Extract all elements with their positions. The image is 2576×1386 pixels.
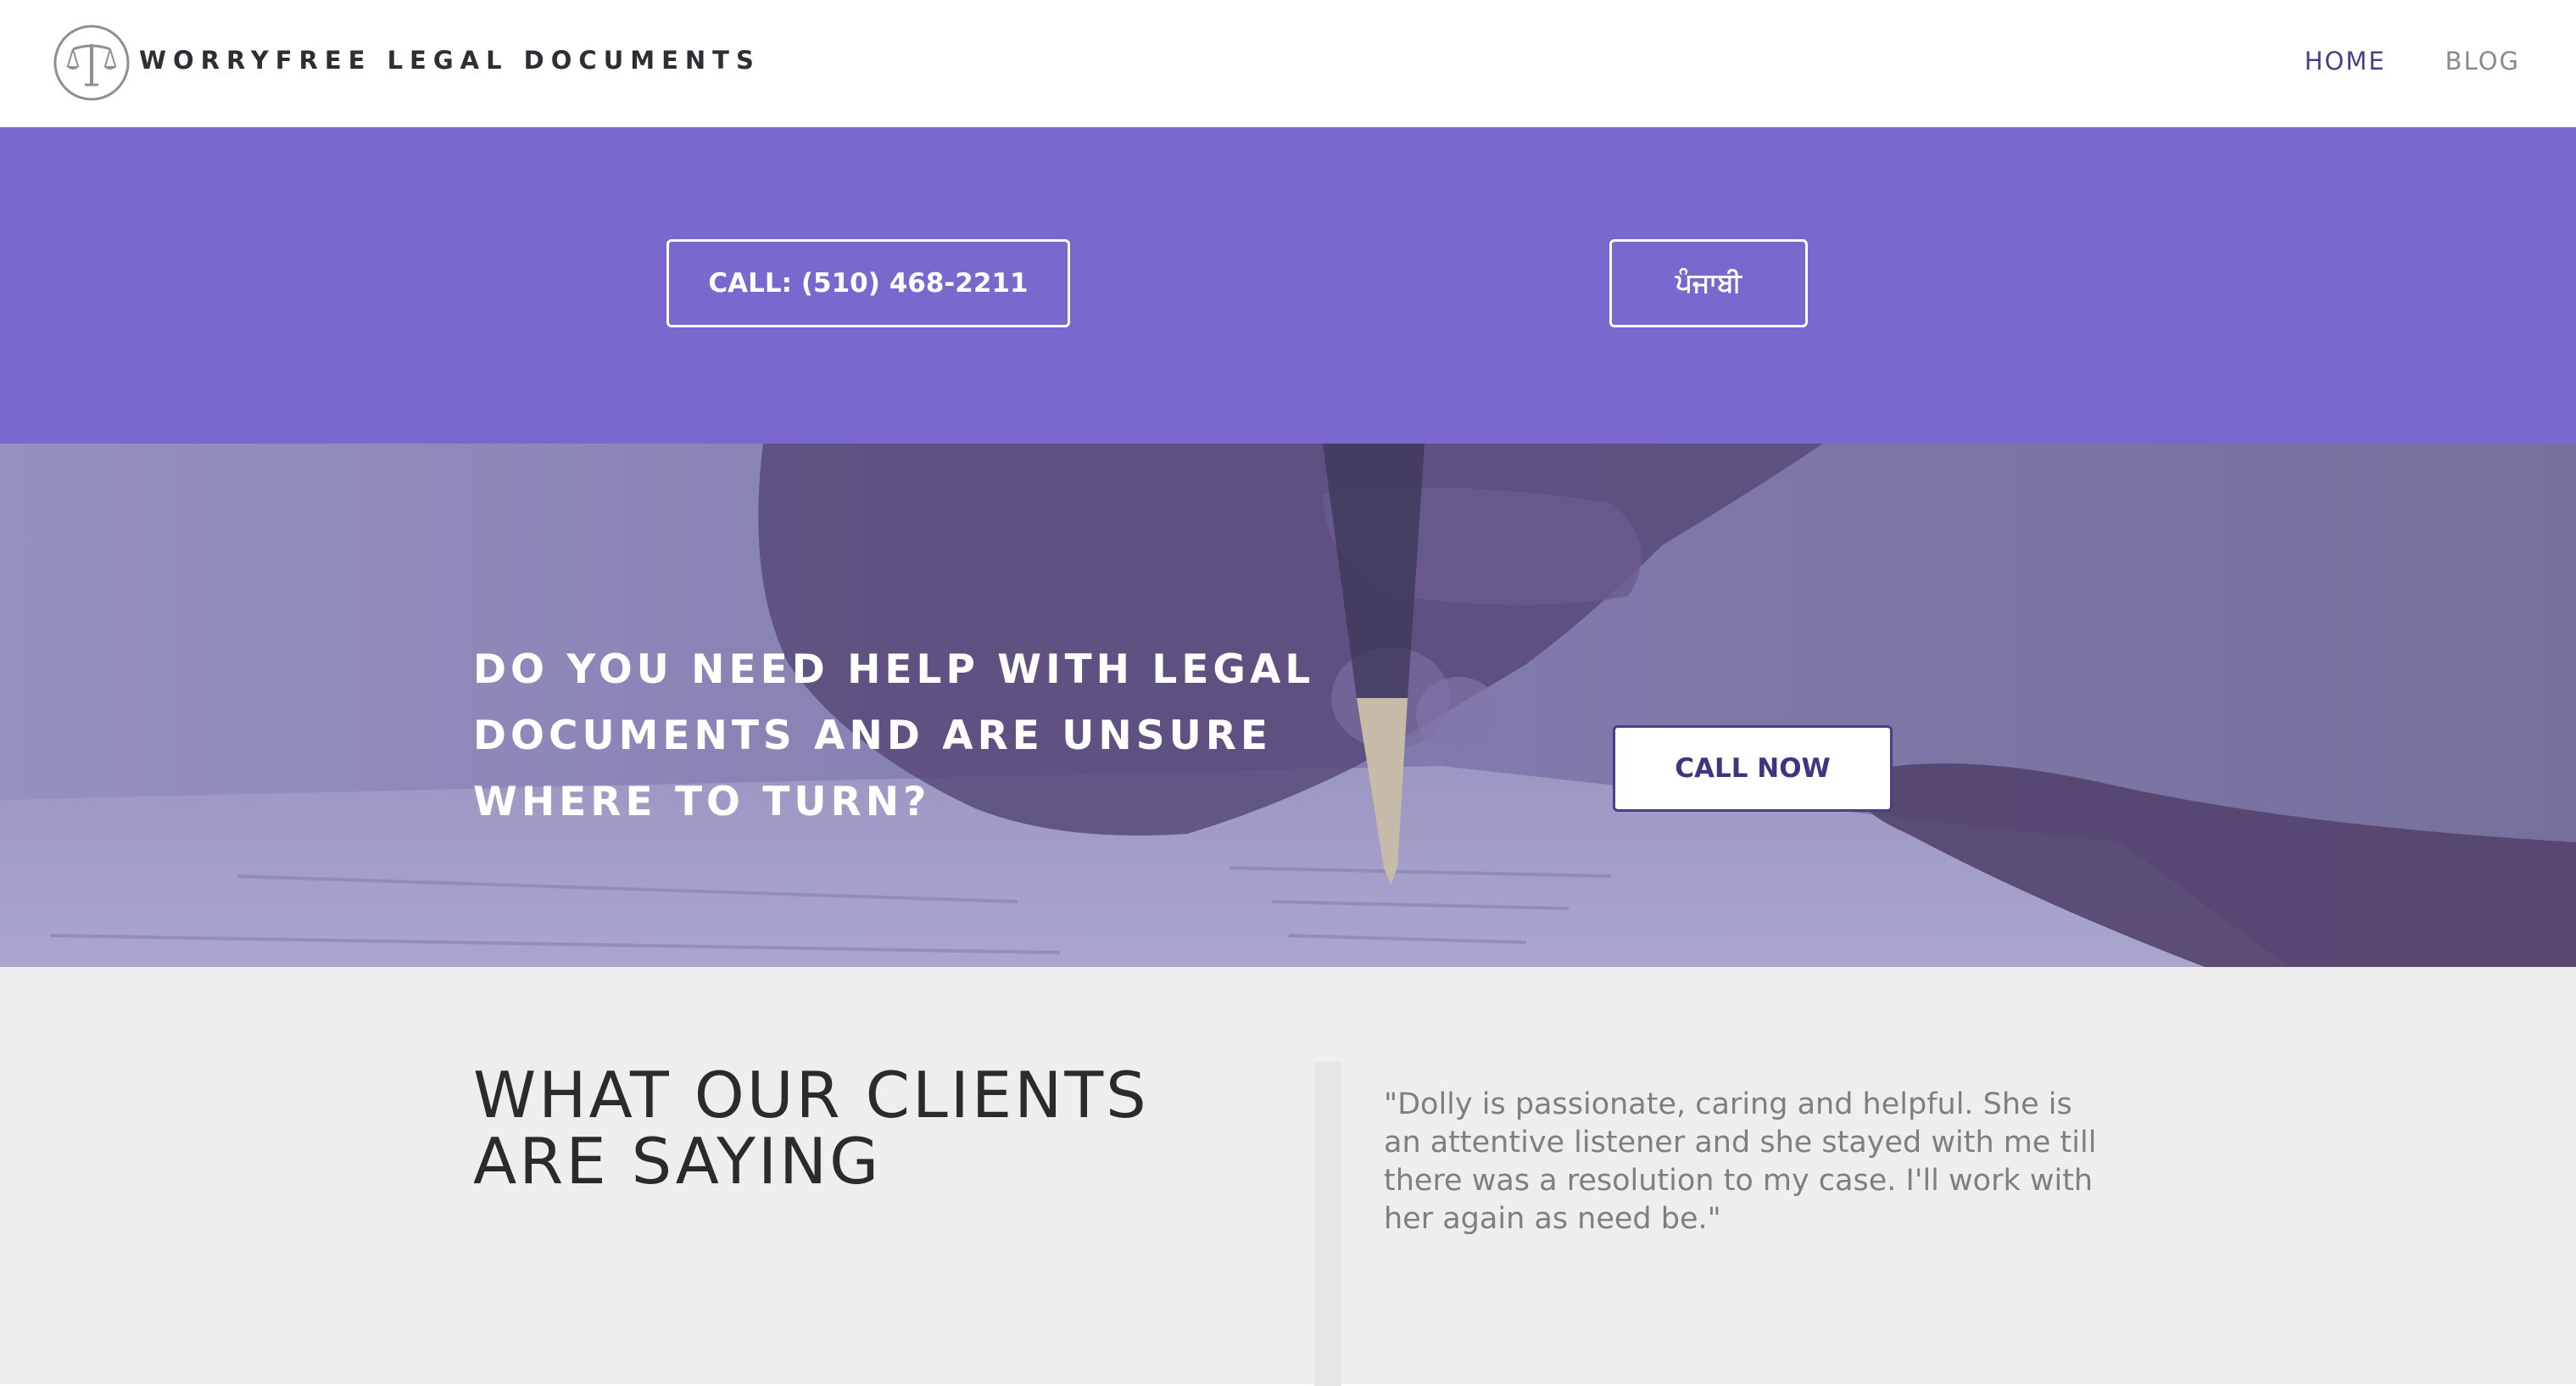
- testimonials-section: WHAT OUR CLIENTS ARE SAYING "Dolly is pa…: [0, 967, 2576, 1386]
- hero-banner: DO YOU NEED HELP WITH LEGAL DOCUMENTS AN…: [0, 444, 2576, 967]
- brand-name[interactable]: WORRYFREE LEGAL DOCUMENTS: [139, 46, 761, 75]
- nav-home-link[interactable]: HOME: [2305, 47, 2386, 75]
- punjabi-language-button[interactable]: ਪੰਜਾਬੀ: [1609, 239, 1808, 327]
- testimonial-quote: "Dolly is passionate, caring and helpful…: [1384, 1087, 2097, 1236]
- call-phone-button[interactable]: CALL: (510) 468-2211: [666, 239, 1070, 327]
- hero-title: DO YOU NEED HELP WITH LEGAL DOCUMENTS AN…: [473, 646, 1315, 825]
- call-now-button[interactable]: CALL NOW: [1613, 725, 1893, 812]
- contact-band: CALL: (510) 468-2211 ਪੰਜਾਬੀ: [0, 127, 2576, 444]
- main-nav: HOME BLOG: [2305, 47, 2520, 75]
- site-header: WORRYFREE LEGAL DOCUMENTS HOME BLOG: [0, 0, 2576, 127]
- scales-of-justice-icon[interactable]: [53, 24, 131, 102]
- nav-blog-link[interactable]: BLOG: [2445, 47, 2520, 75]
- quote-divider: [1314, 1062, 1341, 1386]
- testimonials-heading: WHAT OUR CLIENTS ARE SAYING: [473, 1058, 1149, 1199]
